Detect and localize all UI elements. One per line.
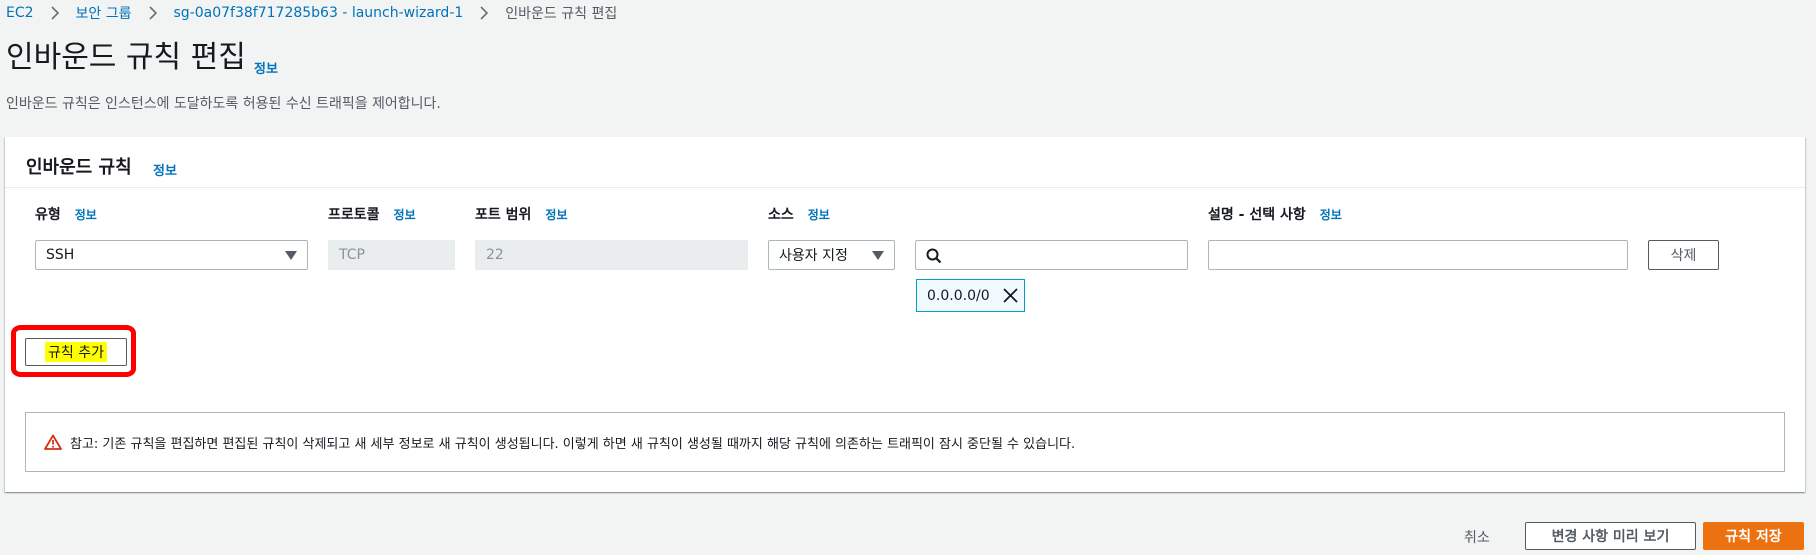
port-range-label: 포트 범위 xyxy=(475,207,532,223)
protocol-value: TCP xyxy=(339,247,365,263)
add-rule-button[interactable]: 규칙 추가 xyxy=(25,338,127,366)
type-column-label: 유형 정보 xyxy=(35,204,97,224)
chevron-right-icon xyxy=(475,6,493,20)
chevron-right-icon xyxy=(46,6,64,20)
caret-down-icon xyxy=(872,251,884,260)
warning-icon xyxy=(44,434,62,450)
cancel-button[interactable]: 취소 xyxy=(1464,527,1490,547)
page-info-link[interactable]: 정보 xyxy=(254,58,278,77)
port-range-column-label: 포트 범위 정보 xyxy=(475,204,568,224)
source-label: 소스 xyxy=(768,207,794,223)
port-range-value: 22 xyxy=(486,247,504,263)
preview-changes-button[interactable]: 변경 사항 미리 보기 xyxy=(1525,522,1696,550)
warning-alert: 참고: 기존 규칙을 편집하면 편집된 규칙이 삭제되고 새 세부 정보로 새 … xyxy=(25,412,1785,472)
description-input[interactable] xyxy=(1208,240,1628,270)
page-description: 인바운드 규칙은 인스턴스에 도달하도록 허용된 수신 트래픽을 제어합니다. xyxy=(6,96,441,112)
panel-title: 인바운드 규칙 xyxy=(26,157,132,178)
description-column-label: 설명 - 선택 사항 정보 xyxy=(1208,204,1342,224)
source-type-value: 사용자 지정 xyxy=(779,248,848,264)
source-type-select[interactable]: 사용자 지정 xyxy=(768,240,895,270)
breadcrumb: EC2 보안 그룹 sg-0a07f38f717285b63 - launch-… xyxy=(6,4,617,22)
source-info-link[interactable]: 정보 xyxy=(808,206,830,223)
protocol-label: 프로토콜 xyxy=(328,207,380,223)
source-column-label: 소스 정보 xyxy=(768,204,830,224)
delete-rule-button[interactable]: 삭제 xyxy=(1648,240,1719,270)
add-rule-label: 규칙 추가 xyxy=(45,342,107,362)
breadcrumb-ec2[interactable]: EC2 xyxy=(6,5,34,21)
alert-text: 참고: 기존 규칙을 편집하면 편집된 규칙이 삭제되고 새 세부 정보로 새 … xyxy=(70,436,1076,452)
protocol-field: TCP xyxy=(328,240,455,270)
port-range-field: 22 xyxy=(475,240,748,270)
type-info-link[interactable]: 정보 xyxy=(75,206,97,223)
panel-info-link[interactable]: 정보 xyxy=(153,160,177,179)
panel-header: 인바운드 규칙 정보 xyxy=(5,137,1805,188)
protocol-column-label: 프로토콜 정보 xyxy=(328,204,416,224)
save-rules-button[interactable]: 규칙 저장 xyxy=(1703,522,1804,550)
page-title: 인바운드 규칙 편집 xyxy=(6,40,246,75)
port-range-info-link[interactable]: 정보 xyxy=(545,206,567,223)
type-select-value: SSH xyxy=(46,247,75,263)
source-token-value: 0.0.0.0/0 xyxy=(927,287,990,304)
breadcrumb-security-group-id[interactable]: sg-0a07f38f717285b63 - launch-wizard-1 xyxy=(174,5,464,21)
close-icon[interactable] xyxy=(1003,288,1018,307)
protocol-info-link[interactable]: 정보 xyxy=(394,206,416,223)
description-info-link[interactable]: 정보 xyxy=(1320,206,1342,223)
search-icon xyxy=(926,248,942,268)
source-search-input[interactable] xyxy=(915,240,1188,270)
breadcrumb-security-groups[interactable]: 보안 그룹 xyxy=(76,3,132,23)
chevron-right-icon xyxy=(144,6,162,20)
type-select[interactable]: SSH xyxy=(35,240,308,270)
description-label: 설명 - 선택 사항 xyxy=(1208,207,1306,223)
type-label: 유형 xyxy=(35,207,61,223)
caret-down-icon xyxy=(285,251,297,260)
source-token: 0.0.0.0/0 xyxy=(916,279,1025,312)
breadcrumb-current: 인바운드 규칙 편집 xyxy=(505,6,618,22)
